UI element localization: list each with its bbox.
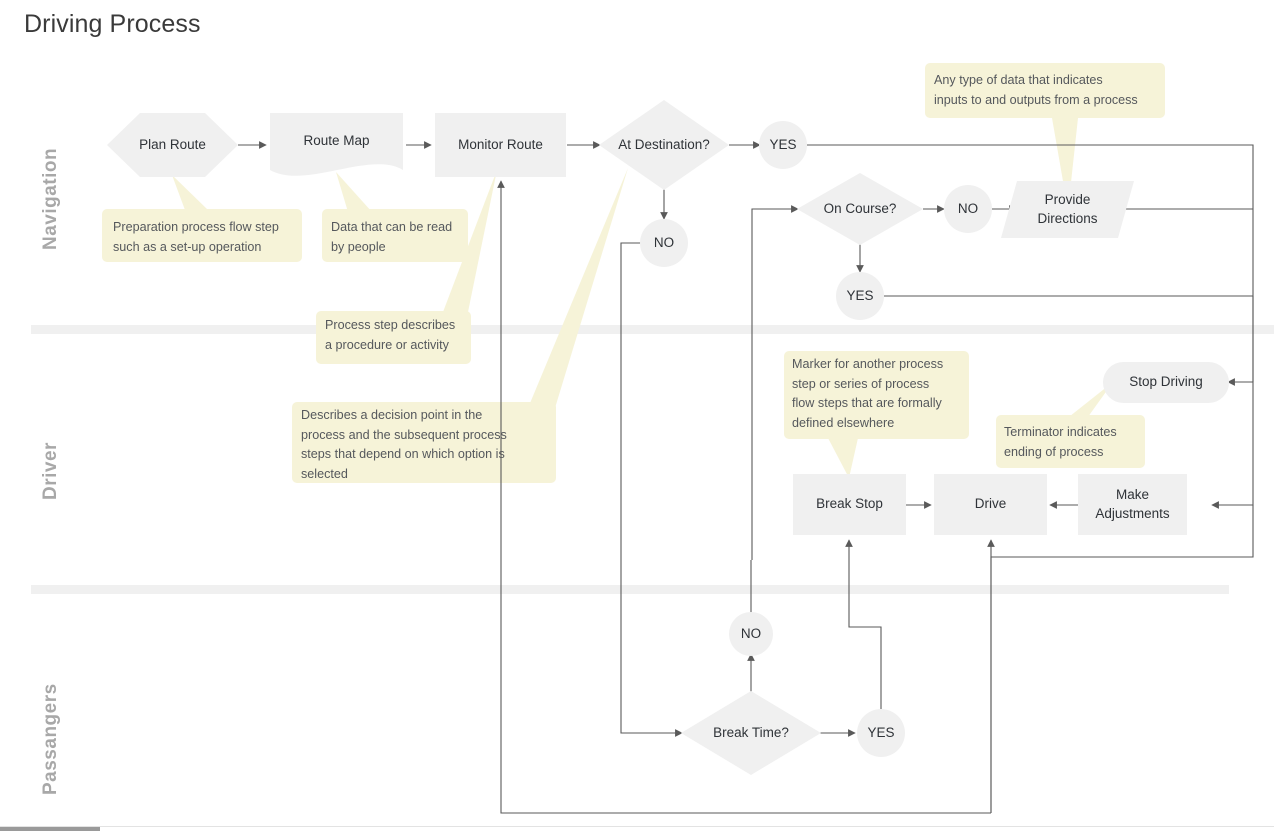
node-monitor-route-shape[interactable] xyxy=(435,113,566,177)
node-route-map-shape[interactable] xyxy=(270,113,403,176)
node-make-adjustments-shape[interactable] xyxy=(1078,474,1187,535)
node-plan-route-shape[interactable] xyxy=(107,113,238,177)
node-no-break-shape[interactable] xyxy=(729,612,773,656)
node-yes-break-shape[interactable] xyxy=(857,709,905,757)
node-at-destination-shape[interactable] xyxy=(599,100,729,190)
node-no-destination-shape[interactable] xyxy=(640,219,688,267)
node-no-course-shape[interactable] xyxy=(944,185,992,233)
node-stop-driving-shape[interactable] xyxy=(1103,362,1229,403)
node-break-time-shape[interactable] xyxy=(681,691,821,775)
node-break-stop-shape[interactable] xyxy=(793,474,906,535)
node-drive-shape[interactable] xyxy=(934,474,1047,535)
node-yes-course-shape[interactable] xyxy=(836,272,884,320)
flowchart-canvas: Driving Process Navigation Driver Passan… xyxy=(0,0,1274,837)
node-provide-directions-shape[interactable] xyxy=(1001,181,1134,238)
node-yes-destination-shape[interactable] xyxy=(759,121,807,169)
horizontal-scrollbar[interactable] xyxy=(0,826,1274,837)
node-on-course-shape[interactable] xyxy=(797,173,923,245)
shapes-layer xyxy=(107,100,1229,775)
horizontal-scrollbar-thumb[interactable] xyxy=(0,827,100,831)
